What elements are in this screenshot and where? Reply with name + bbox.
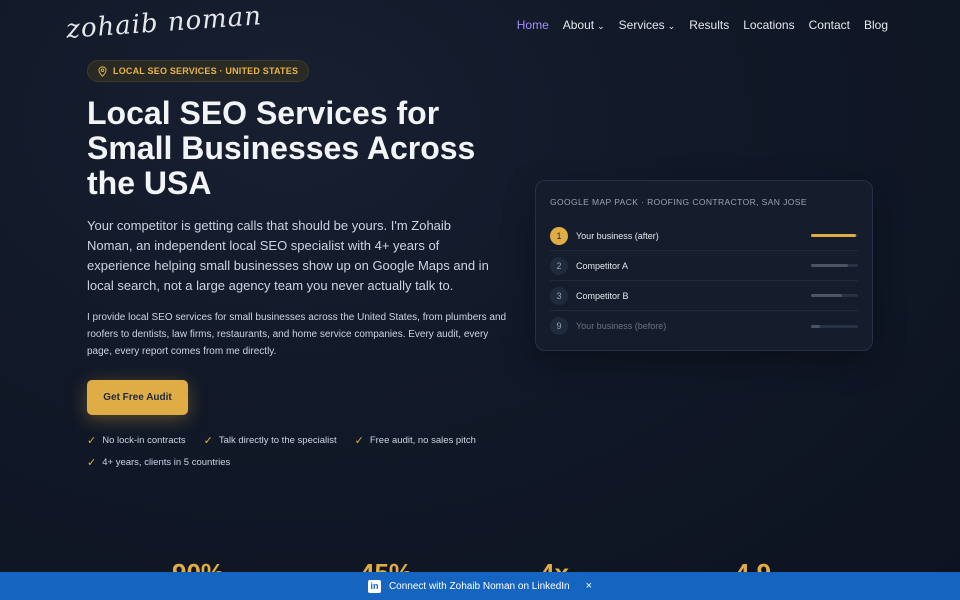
site-logo[interactable]: zohaib noman	[65, 1, 263, 45]
check-item: ✓ Free audit, no sales pitch	[355, 434, 476, 447]
check-icon: ✓	[354, 435, 364, 447]
nav-services[interactable]: Services ⌄	[619, 18, 676, 32]
rank-bar-track	[811, 294, 858, 297]
chevron-down-icon: ⌄	[667, 20, 676, 31]
nav-locations[interactable]: Locations	[743, 18, 794, 32]
rank-bar-fill	[811, 324, 821, 328]
nav-about[interactable]: About ⌄	[563, 18, 605, 32]
check-item: ✓ Talk directly to the specialist	[204, 434, 337, 447]
check-icon: ✓	[87, 435, 97, 447]
check-icon: ✓	[203, 435, 213, 447]
get-free-audit-button[interactable]: Get Free Audit	[87, 380, 188, 415]
rank-bar-track	[811, 324, 858, 328]
map-pack-row: 3 Competitor B	[550, 281, 858, 311]
nav-home[interactable]: Home	[517, 18, 549, 32]
check-item: ✓ No lock-in contracts	[87, 434, 186, 447]
map-pack-row: 1 Your business (after)	[550, 221, 858, 251]
rank-label: Your business (after)	[576, 230, 659, 241]
location-pin-icon	[98, 65, 107, 77]
linkedin-bar[interactable]: in Connect with Zohaib Noman on LinkedIn…	[0, 572, 960, 600]
rank-bar-fill	[811, 264, 848, 267]
map-pack-row: 9 Your business (before)	[550, 311, 858, 341]
map-pack-title: GOOGLE MAP PACK · ROOFING CONTRACTOR, SA…	[550, 197, 807, 207]
rank-number: 1	[550, 226, 568, 245]
rank-bar-fill	[811, 294, 842, 297]
nav-results-label: Results	[689, 18, 730, 32]
nav-locations-label: Locations	[743, 18, 795, 32]
rank-bar-fill	[811, 234, 857, 237]
map-pack-row: 2 Competitor A	[550, 251, 858, 281]
check-item: ✓ 4+ years, clients in 5 countries	[87, 456, 230, 469]
hero-badge-label: LOCAL SEO SERVICES · UNITED STATES	[113, 66, 299, 76]
rank-number: 9	[550, 317, 568, 335]
chevron-down-icon: ⌄	[597, 20, 605, 31]
check-item-label: No lock-in contracts	[102, 435, 186, 446]
nav-contact[interactable]: Contact	[809, 18, 850, 32]
check-item-label: 4+ years, clients in 5 countries	[102, 457, 231, 468]
map-pack-card: GOOGLE MAP PACK · ROOFING CONTRACTOR, SA…	[535, 180, 873, 351]
hero-title: Local SEO Services for Small Businesses …	[87, 95, 476, 201]
nav-blog-label: Blog	[863, 18, 888, 32]
nav-about-label: About	[562, 18, 595, 32]
rank-label: Competitor B	[576, 290, 629, 301]
close-icon[interactable]: ×	[586, 580, 592, 592]
rank-number: 2	[550, 256, 568, 275]
main-nav: Home About ⌄ Services ⌄ Results Locations …	[503, 18, 888, 32]
hero-lead: Your competitor is getting calls that sh…	[87, 218, 489, 293]
nav-contact-label: Contact	[808, 18, 850, 32]
nav-services-label: Services	[618, 18, 665, 32]
linkedin-bar-text[interactable]: Connect with Zohaib Noman on LinkedIn	[389, 581, 570, 592]
linkedin-icon: in	[367, 579, 381, 593]
hero-subtext: I provide local SEO services for small b…	[87, 312, 507, 357]
rank-bar-track	[811, 264, 858, 267]
check-item-label: Talk directly to the specialist	[218, 435, 337, 446]
hero-badge: LOCAL SEO SERVICES · UNITED STATES	[87, 60, 310, 82]
rank-number: 3	[550, 286, 568, 305]
nav-home-label: Home	[516, 18, 549, 32]
nav-blog[interactable]: Blog	[864, 18, 888, 32]
rank-bar-track	[811, 234, 858, 237]
check-icon: ✓	[87, 457, 97, 469]
hero-checklist: ✓ No lock-in contracts ✓ Talk directly to …	[87, 434, 517, 469]
nav-results[interactable]: Results	[689, 18, 729, 32]
rank-label: Your business (before)	[576, 321, 667, 331]
check-item-label: Free audit, no sales pitch	[369, 435, 476, 446]
rank-label: Competitor A	[576, 260, 629, 271]
